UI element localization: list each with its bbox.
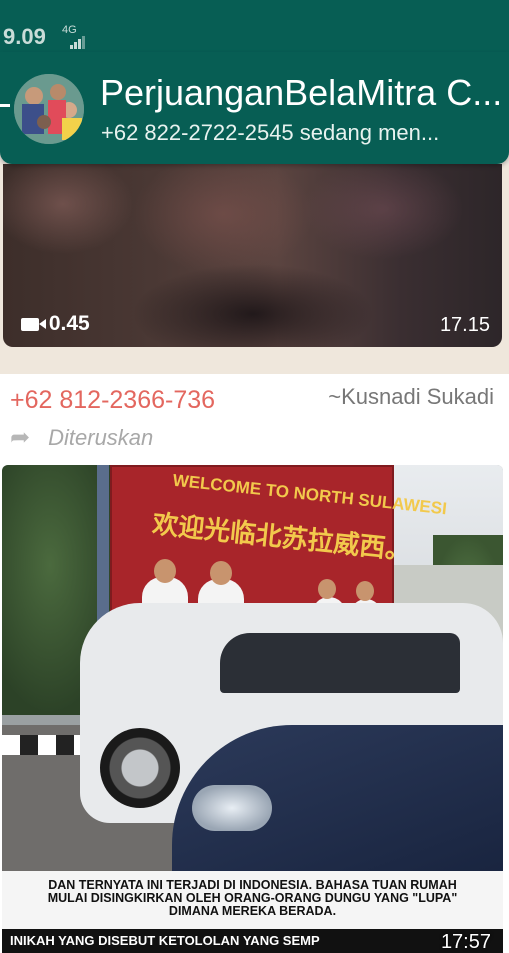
photo-curb [2, 735, 92, 755]
chat-subtitle: +62 822-2722-2545 sedang men... [101, 120, 440, 145]
photo-caption: DAN TERNYATA INI TERJADI DI INDONESIA. B… [2, 871, 503, 929]
car-headlight [192, 785, 272, 831]
video-camera-icon [21, 317, 46, 331]
billboard-head [154, 559, 176, 583]
message-photo[interactable]: WELCOME TO NORTH SULAWESI 欢迎光临北苏拉威西。 DAN… [2, 465, 503, 953]
forward-arrow-icon: ➦ [10, 424, 31, 451]
status-time: 9.09 [3, 24, 46, 49]
chat-area[interactable]: 0.45 17.15 +62 812-2366-736 ~Kusnadi Suk… [0, 164, 509, 953]
billboard-head [318, 579, 336, 599]
car-window [220, 633, 460, 693]
billboard-chinese: 欢迎光临北苏拉威西。 [150, 508, 413, 566]
video-duration-text: 0.45 [48, 312, 90, 335]
message-timestamp: 17:57 [440, 931, 491, 953]
billboard-head [210, 561, 232, 585]
photo-caption-banner: INIKAH YANG DISEBUT KETOLOLAN YANG SEMP [2, 929, 503, 953]
car-wheel [100, 728, 180, 808]
forwarded-text: Diteruskan [48, 425, 154, 450]
image-message[interactable]: +62 812-2366-736 ~Kusnadi Sukadi ➦ Diter… [0, 374, 509, 953]
video-message[interactable]: 0.45 17.15 [3, 164, 502, 347]
chat-header[interactable]: PerjuanganBelaMitra C... +62 822-2722-25… [0, 52, 509, 164]
signal-icon [70, 31, 86, 49]
caption-line: DIMANA MEREKA BERADA. [168, 904, 337, 918]
chat-title[interactable]: PerjuanganBelaMitra C... [100, 72, 502, 114]
status-bar: 9.09 4G [0, 0, 509, 52]
sender-name: ~Kusnadi Sukadi [328, 384, 494, 409]
forwarded-label: ➦ Diteruskan [10, 423, 153, 452]
back-arrow-icon[interactable] [0, 104, 10, 107]
video-duration: 0.45 [21, 312, 90, 336]
group-avatar[interactable] [14, 74, 84, 144]
billboard-head [356, 581, 374, 601]
sender-phone[interactable]: +62 812-2366-736 [10, 386, 215, 415]
video-timestamp: 17.15 [439, 314, 490, 336]
